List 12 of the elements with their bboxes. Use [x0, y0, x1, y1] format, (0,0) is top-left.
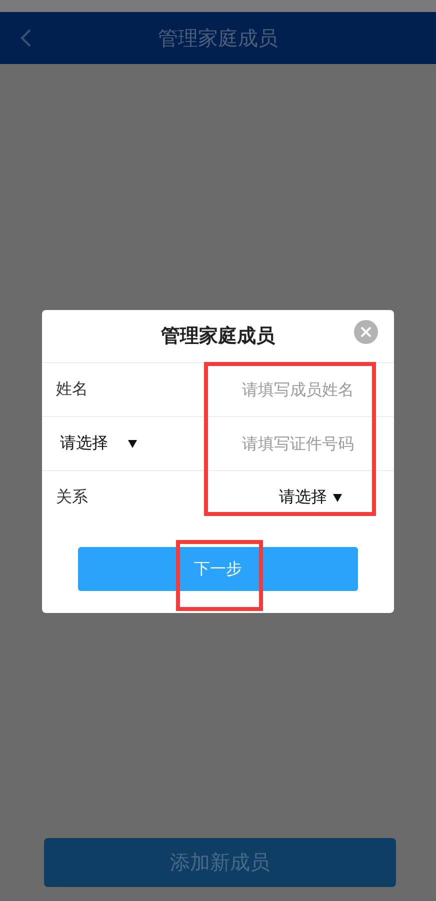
dialog-title: 管理家庭成员: [161, 324, 275, 349]
field-label: 姓名: [56, 379, 88, 400]
input-field[interactable]: 请填写证件号码: [204, 434, 354, 453]
close-icon[interactable]: [354, 320, 378, 344]
caret-icon: [128, 440, 137, 448]
relation-select[interactable]: 请选择: [279, 487, 342, 508]
page-title: 管理家庭成员: [158, 24, 278, 52]
field-label: 关系: [56, 487, 88, 508]
type-select[interactable]: 请选择: [60, 433, 137, 454]
input-field[interactable]: 请填写成员姓名: [204, 380, 354, 399]
back-icon[interactable]: [20, 28, 32, 48]
caret-icon: [333, 494, 342, 502]
